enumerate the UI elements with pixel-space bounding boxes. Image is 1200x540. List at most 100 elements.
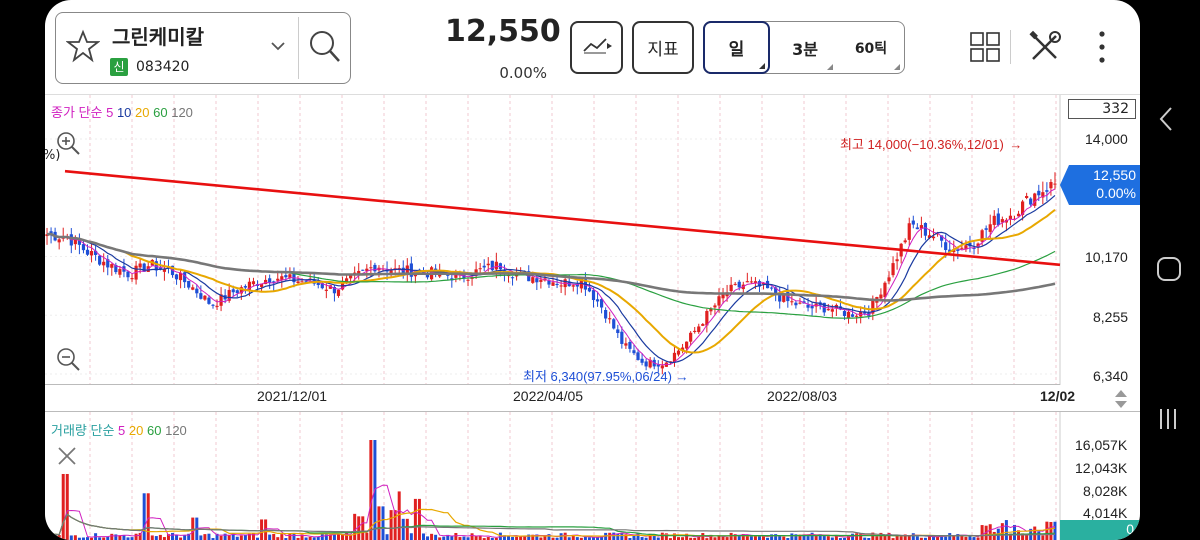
- volume-bar: [53, 534, 57, 540]
- candle-body: [806, 304, 810, 308]
- candle-body: [794, 302, 798, 306]
- candle-body: [85, 249, 90, 255]
- candle-body: [547, 280, 551, 285]
- candle-body: [685, 341, 689, 349]
- period-3min-label: 3분: [792, 39, 818, 59]
- volume-bar: [280, 534, 284, 540]
- arrow-right-icon: →: [1009, 137, 1023, 152]
- volume-bar: [369, 440, 373, 540]
- volume-bar: [778, 535, 782, 540]
- current-price-marker-value: 12,550: [1093, 167, 1136, 183]
- volume-bar: [268, 534, 272, 540]
- candle-body: [174, 274, 179, 280]
- back-icon[interactable]: [1158, 106, 1174, 136]
- period-day-button[interactable]: 일: [703, 21, 770, 74]
- chevron-down-icon[interactable]: [270, 37, 286, 56]
- vol-tick-1: 16,057K: [1075, 437, 1128, 453]
- date-label-4: 12/02: [1040, 388, 1076, 404]
- candle-body: [992, 215, 996, 225]
- volume-bar: [417, 498, 421, 540]
- candle-body: [855, 315, 859, 317]
- candle-body: [571, 285, 575, 287]
- volume-bar: [470, 533, 474, 540]
- candle-body: [810, 306, 814, 309]
- candle-body: [701, 324, 705, 326]
- volume-chart[interactable]: [45, 412, 1140, 540]
- candle-body: [89, 251, 94, 256]
- candle-body: [207, 297, 211, 304]
- volume-bar: [409, 533, 413, 540]
- candle-body: [336, 289, 341, 296]
- zoom-in-icon[interactable]: [55, 130, 81, 160]
- candle-body: [555, 283, 559, 286]
- more-menu-icon[interactable]: [1097, 30, 1107, 70]
- volume-bar: [960, 535, 964, 540]
- candle-body: [296, 281, 300, 284]
- candle-body: [733, 283, 737, 285]
- candle-body: [612, 319, 616, 329]
- candle-body: [478, 268, 482, 270]
- candle-body: [486, 263, 490, 266]
- high-annotation: 최고 14,000(−10.36%,12/01) →: [840, 134, 1022, 153]
- candle-body: [191, 287, 195, 290]
- vol-tick-2: 12,043K: [1075, 460, 1128, 476]
- legend-ma10: 10: [116, 105, 132, 120]
- date-label-2: 2022/04/05: [513, 388, 584, 404]
- vol-tick-4: 4,014K: [1083, 505, 1128, 521]
- candle-body: [790, 301, 794, 303]
- volume-bar: [749, 536, 753, 540]
- chart-type-button[interactable]: [570, 21, 623, 74]
- volume-bar: [1037, 531, 1041, 540]
- period-3min-button[interactable]: 3분: [775, 21, 835, 74]
- volume-bar: [260, 519, 264, 540]
- candle-body: [697, 326, 701, 333]
- close-icon[interactable]: [57, 446, 77, 470]
- volume-bar: [1049, 522, 1053, 540]
- home-icon[interactable]: [1156, 256, 1184, 288]
- vol-legend-ma20: 20: [128, 423, 144, 438]
- volume-bar: [122, 535, 126, 540]
- volume-bar: [227, 535, 231, 540]
- candle-body: [842, 311, 847, 316]
- candle-body: [231, 289, 235, 293]
- grid-layout-icon[interactable]: [970, 32, 1000, 66]
- candle-body: [850, 314, 855, 317]
- candle-body: [879, 294, 883, 299]
- volume-bar: [203, 534, 207, 540]
- volume-bar: [361, 516, 365, 540]
- stock-selector[interactable]: 그린케미칼 신 083420: [55, 12, 351, 84]
- candle-body: [361, 269, 365, 271]
- volume-bar: [883, 535, 887, 540]
- vol-legend-ma5: 5: [118, 423, 126, 438]
- volume-zero-marker-value: 0: [1126, 521, 1134, 537]
- volume-bar: [341, 534, 345, 540]
- candle-body: [280, 276, 284, 280]
- candle-body: [494, 261, 498, 270]
- candle-body: [689, 332, 693, 342]
- star-icon[interactable]: [65, 29, 101, 67]
- count-box: 332: [1068, 99, 1136, 119]
- volume-bar: [150, 535, 154, 540]
- candle-body: [887, 277, 891, 282]
- tools-icon[interactable]: [1028, 30, 1062, 68]
- volume-bar: [895, 535, 899, 540]
- indicator-button[interactable]: 지표: [632, 21, 694, 74]
- current-price-marker: 12,550 0.00%: [1060, 165, 1140, 205]
- candle-body: [490, 260, 494, 271]
- volume-bar: [381, 506, 385, 540]
- candle-body: [770, 287, 774, 289]
- recents-icon[interactable]: [1156, 406, 1182, 436]
- candle-body: [1049, 182, 1053, 189]
- search-icon[interactable]: [308, 29, 342, 69]
- candle-body: [102, 261, 106, 266]
- volume-bar: [61, 473, 65, 540]
- volume-bar: [790, 533, 794, 540]
- legend-ma120: 120: [171, 105, 193, 120]
- candle-body: [628, 341, 632, 349]
- volume-bar: [353, 513, 357, 540]
- volume-bar: [154, 536, 158, 540]
- zoom-out-icon[interactable]: [55, 346, 81, 376]
- period-60tick-label: 60틱: [854, 40, 888, 57]
- period-60tick-button[interactable]: 60틱: [840, 21, 902, 74]
- candle-body: [956, 249, 960, 251]
